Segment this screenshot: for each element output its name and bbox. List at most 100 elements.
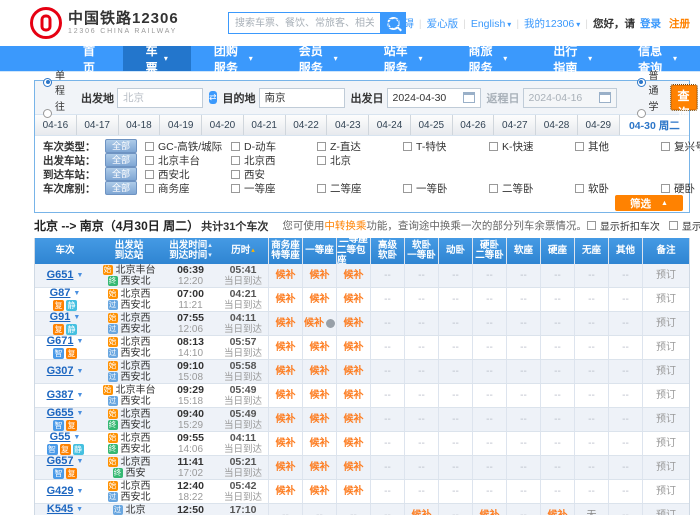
book-cell[interactable]: 预订 (642, 264, 689, 287)
filter-checkbox-option[interactable]: Z-直达 (317, 139, 403, 154)
login-link[interactable]: 登录 (640, 16, 661, 31)
seat-availability-cell[interactable]: 候补 (268, 384, 302, 407)
date-tab[interactable]: 04-23 (327, 115, 369, 135)
header-link[interactable]: 无障碍 (382, 16, 414, 31)
book-cell[interactable]: 预订 (642, 504, 689, 515)
train-expand-caret[interactable]: ▼ (76, 366, 83, 377)
seat-availability-cell[interactable]: 候补 (302, 480, 336, 503)
seat-availability-cell[interactable]: 候补 (336, 456, 370, 479)
seat-availability-cell[interactable]: 候补 (268, 264, 302, 287)
date-tab[interactable]: 04-22 (286, 115, 328, 135)
seat-availability-cell[interactable]: 候补 (268, 288, 302, 311)
date-tab-active[interactable]: 04-30 周二 (620, 115, 689, 135)
train-expand-caret[interactable]: ▼ (73, 432, 80, 443)
seat-availability-cell[interactable]: 候补 (302, 360, 336, 383)
transfer-link[interactable]: 中转换乘 (324, 220, 366, 232)
train-number-link[interactable]: G91 (50, 312, 71, 323)
date-tab[interactable]: 04-21 (244, 115, 286, 135)
seat-availability-cell[interactable]: 候补 (336, 288, 370, 311)
nav-item[interactable]: 车票▾ (123, 46, 191, 71)
book-cell[interactable]: 预订 (642, 336, 689, 359)
swap-stations-icon[interactable]: ⇄ (209, 91, 217, 104)
date-tab[interactable]: 04-17 (77, 115, 119, 135)
seat-availability-cell[interactable]: 候补 (302, 288, 336, 311)
seat-availability-cell[interactable]: 候补 (404, 504, 438, 515)
date-tab[interactable]: 04-25 (411, 115, 453, 135)
filter-checkbox-option[interactable]: 西安北 (145, 167, 231, 182)
date-tab[interactable]: 04-27 (494, 115, 536, 135)
date-tab[interactable]: 04-26 (453, 115, 495, 135)
filter-checkbox-option[interactable]: 其他 (575, 139, 661, 154)
seat-availability-cell[interactable]: 候补 (268, 456, 302, 479)
book-cell[interactable]: 预订 (642, 456, 689, 479)
book-cell[interactable]: 预订 (642, 480, 689, 503)
book-cell[interactable]: 预订 (642, 384, 689, 407)
train-expand-caret[interactable]: ▼ (76, 270, 83, 281)
filter-checkbox-option[interactable]: 西安 (231, 167, 317, 182)
col-header[interactable]: 出发时间▴到达时间▾ (163, 238, 218, 264)
header-link[interactable]: 我的12306▾ (524, 16, 580, 31)
nav-item[interactable]: 站车服务▾ (361, 46, 446, 71)
filter-checkbox-option[interactable]: 复兴号 (661, 139, 700, 154)
date-tab[interactable]: 04-18 (119, 115, 161, 135)
seat-availability-cell[interactable]: 候补 (336, 336, 370, 359)
seat-availability-cell[interactable]: 候补 (540, 504, 574, 515)
header-link[interactable]: 爱心版 (427, 16, 459, 31)
seat-availability-cell[interactable]: 候补 (302, 456, 336, 479)
seat-availability-cell[interactable]: 候补 (302, 264, 336, 287)
seat-availability-cell[interactable]: 候补 (336, 408, 370, 431)
date-tab[interactable]: 04-19 (160, 115, 202, 135)
train-expand-caret[interactable]: ▼ (76, 456, 83, 467)
nav-item[interactable]: 团购服务▾ (191, 46, 276, 71)
seat-availability-cell[interactable]: 候补 (302, 336, 336, 359)
display-option-checkbox[interactable]: 显示积分兑换车次 (669, 218, 700, 233)
filter-checkbox-option[interactable]: 一等座 (231, 181, 317, 196)
return-date-input[interactable]: 2024-04-16 (523, 88, 617, 108)
seat-availability-cell[interactable]: 候补 (268, 480, 302, 503)
query-button[interactable]: 查询 (671, 85, 697, 110)
seat-availability-cell[interactable]: 候补 (336, 384, 370, 407)
depart-date-input[interactable]: 2024-04-30 (387, 88, 481, 108)
filter-checkbox-option[interactable]: K-快速 (489, 139, 575, 154)
filter-checkbox-option[interactable]: 硬卧 (661, 181, 700, 196)
seat-availability-cell[interactable]: 候补 (336, 264, 370, 287)
seat-availability-cell[interactable]: 候补 (268, 432, 302, 455)
nav-item[interactable]: 会员服务▾ (276, 46, 361, 71)
train-number-link[interactable]: K545 (47, 504, 73, 515)
filter-checkbox-option[interactable]: D-动车 (231, 139, 317, 154)
book-cell[interactable]: 预订 (642, 408, 689, 431)
book-cell[interactable]: 预订 (642, 432, 689, 455)
filter-all-button[interactable]: 全部 (105, 153, 137, 167)
passenger-type-normal[interactable]: 普通 (637, 67, 659, 97)
filter-checkbox-option[interactable]: 商务座 (145, 181, 231, 196)
train-expand-caret[interactable]: ▼ (76, 504, 83, 515)
filter-checkbox-option[interactable]: 北京西 (231, 153, 317, 168)
seat-availability-cell[interactable]: 候补 (302, 312, 336, 335)
train-number-link[interactable]: G657 (47, 456, 74, 467)
seat-availability-cell[interactable]: 候补 (336, 432, 370, 455)
seat-availability-cell[interactable]: 候补 (336, 360, 370, 383)
seat-availability-cell[interactable]: 候补 (336, 312, 370, 335)
train-number-link[interactable]: G655 (47, 408, 74, 419)
filter-checkbox-option[interactable]: 一等卧 (403, 181, 489, 196)
filter-checkbox-option[interactable]: T-特快 (403, 139, 489, 154)
filter-checkbox-option[interactable]: 软卧 (575, 181, 661, 196)
display-option-checkbox[interactable]: 显示折扣车次 (587, 218, 660, 233)
train-expand-caret[interactable]: ▼ (76, 486, 83, 497)
filter-all-button[interactable]: 全部 (105, 181, 137, 195)
header-link[interactable]: English▾ (471, 18, 511, 30)
register-link[interactable]: 注册 (669, 16, 690, 31)
to-station-input[interactable]: 南京 (259, 88, 345, 108)
filter-all-button[interactable]: 全部 (105, 167, 137, 181)
train-expand-caret[interactable]: ▼ (73, 288, 80, 299)
nav-item[interactable]: 首页 (60, 46, 123, 71)
date-tab[interactable]: 04-24 (369, 115, 411, 135)
train-number-link[interactable]: G87 (50, 288, 71, 299)
seat-availability-cell[interactable]: 候补 (336, 480, 370, 503)
from-station-input[interactable]: 北京 (117, 88, 203, 108)
site-logo[interactable]: 中国铁路12306 12306 CHINA RAILWAY (30, 7, 179, 39)
seat-availability-cell[interactable]: 候补 (268, 312, 302, 335)
train-number-link[interactable]: G429 (47, 486, 74, 497)
filter-collapse-button[interactable]: 筛选▲ (615, 195, 683, 211)
filter-all-button[interactable]: 全部 (105, 139, 137, 153)
